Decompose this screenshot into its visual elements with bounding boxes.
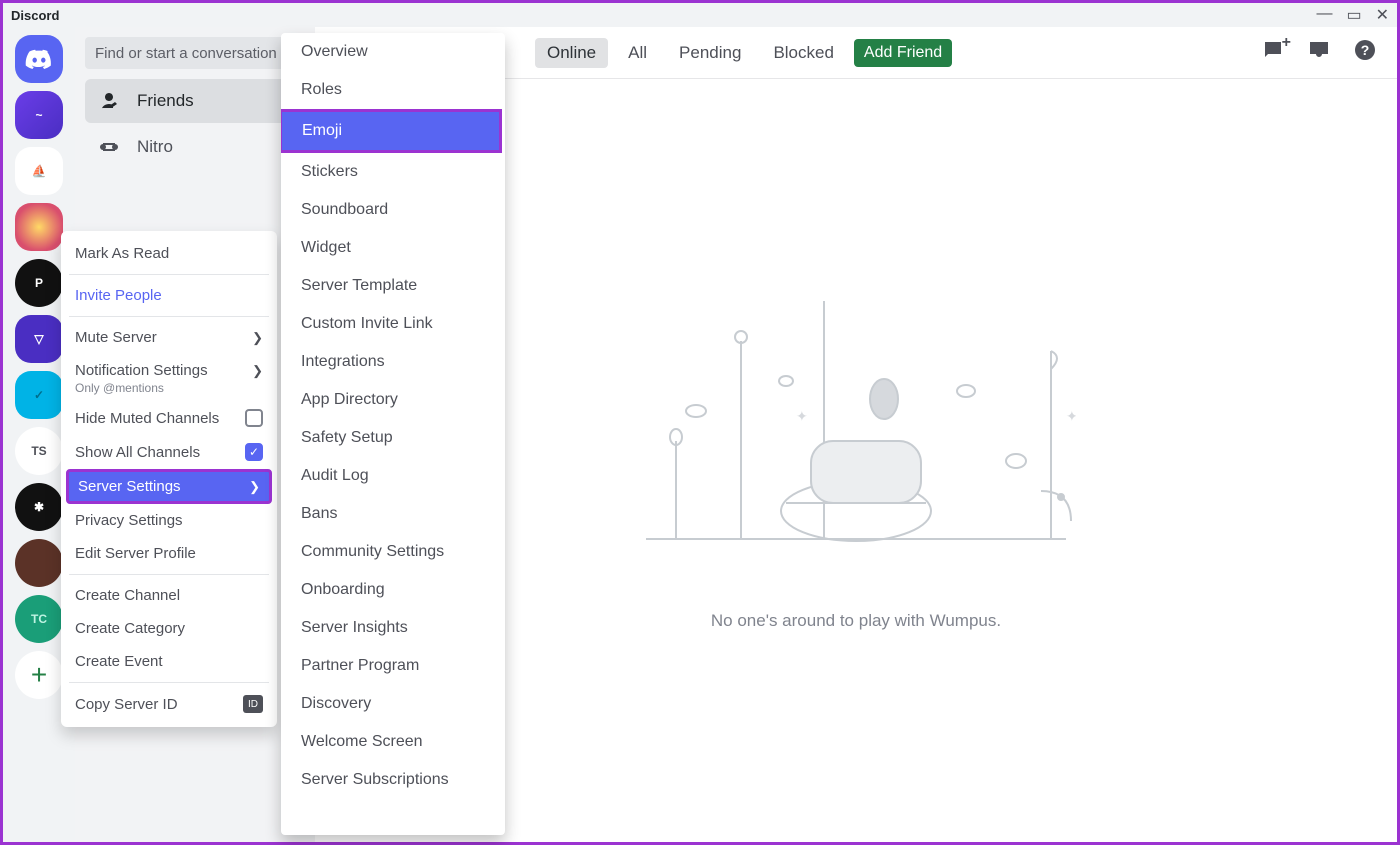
svg-text:✦: ✦	[796, 408, 808, 424]
settings-item-server-insights[interactable]: Server Insights	[281, 609, 505, 647]
friends-tab-list: Online All Pending Blocked Add Friend	[535, 38, 952, 68]
checkbox-checked-icon: ✓	[245, 443, 263, 461]
server-icon[interactable]: ✓	[15, 371, 63, 419]
svg-text:?: ?	[1361, 42, 1370, 58]
server-settings-submenu: OverviewRolesEmojiStickersSoundboardWidg…	[281, 33, 505, 835]
empty-state-text: No one's around to play with Wumpus.	[711, 611, 1001, 631]
settings-item-welcome-screen[interactable]: Welcome Screen	[281, 723, 505, 761]
ctx-create-category[interactable]: Create Category	[69, 612, 269, 645]
ctx-create-event[interactable]: Create Event	[69, 645, 269, 678]
tab-online[interactable]: Online	[535, 38, 608, 68]
settings-item-bans[interactable]: Bans	[281, 495, 505, 533]
dm-nav-list: FriendsNitro	[75, 69, 315, 179]
window-controls: — ▭ ✕	[1316, 5, 1389, 25]
ctx-create-channel[interactable]: Create Channel	[69, 579, 269, 612]
settings-item-roles[interactable]: Roles	[281, 71, 505, 109]
chevron-right-icon: ❯	[252, 330, 263, 346]
ctx-privacy-settings[interactable]: Privacy Settings	[69, 504, 269, 537]
server-icon[interactable]: ~	[15, 91, 63, 139]
app-brand: Discord	[11, 8, 59, 23]
nav-item-nitro[interactable]: Nitro	[85, 125, 305, 169]
ctx-mark-read[interactable]: Mark As Read	[69, 237, 269, 270]
server-icon[interactable]: TC	[15, 595, 63, 643]
tab-pending[interactable]: Pending	[667, 38, 753, 68]
titlebar: Discord — ▭ ✕	[3, 3, 1397, 27]
tab-blocked[interactable]: Blocked	[761, 38, 845, 68]
ctx-server-settings[interactable]: Server Settings❯	[66, 469, 272, 504]
help-icon[interactable]: ?	[1353, 38, 1377, 67]
wumpus-illustration: ✦ ✦	[636, 291, 1076, 551]
settings-item-safety-setup[interactable]: Safety Setup	[281, 419, 505, 457]
ctx-invite-people[interactable]: Invite People	[69, 279, 269, 312]
settings-item-partner-program[interactable]: Partner Program	[281, 647, 505, 685]
server-icon[interactable]: ⛵	[15, 147, 63, 195]
svg-text:✦: ✦	[1066, 408, 1076, 424]
settings-item-custom-invite-link[interactable]: Custom Invite Link	[281, 305, 505, 343]
close-button[interactable]: ✕	[1376, 5, 1389, 25]
settings-item-widget[interactable]: Widget	[281, 229, 505, 267]
settings-item-server-subscriptions[interactable]: Server Subscriptions	[281, 761, 505, 799]
server-icon[interactable]: ▽	[15, 315, 63, 363]
settings-item-overview[interactable]: Overview	[281, 33, 505, 71]
server-icon[interactable]: TS	[15, 427, 63, 475]
add-server-button[interactable]: +	[15, 651, 63, 699]
id-badge-icon: ID	[243, 695, 263, 713]
ctx-show-all-channels[interactable]: Show All Channels✓	[69, 435, 269, 469]
friends-icon	[97, 89, 121, 113]
server-icon[interactable]	[15, 539, 63, 587]
minimize-button[interactable]: —	[1316, 5, 1332, 25]
ctx-notification-subtext: Only @mentions	[69, 381, 269, 401]
chevron-right-icon: ❯	[249, 479, 260, 495]
settings-item-community-settings[interactable]: Community Settings	[281, 533, 505, 571]
settings-item-soundboard[interactable]: Soundboard	[281, 191, 505, 229]
topbar-actions: + ?	[1261, 38, 1377, 67]
server-icon[interactable]: ✱	[15, 483, 63, 531]
inbox-icon[interactable]	[1307, 38, 1331, 67]
server-icon[interactable]: P	[15, 259, 63, 307]
ctx-copy-server-id[interactable]: Copy Server IDID	[69, 687, 269, 721]
settings-item-audit-log[interactable]: Audit Log	[281, 457, 505, 495]
tab-all[interactable]: All	[616, 38, 659, 68]
server-context-menu: Mark As Read Invite People Mute Server❯ …	[61, 231, 277, 727]
settings-item-onboarding[interactable]: Onboarding	[281, 571, 505, 609]
maximize-button[interactable]: ▭	[1346, 5, 1361, 25]
ctx-mute-server[interactable]: Mute Server❯	[69, 321, 269, 354]
settings-item-integrations[interactable]: Integrations	[281, 343, 505, 381]
settings-item-app-directory[interactable]: App Directory	[281, 381, 505, 419]
ctx-hide-muted-channels[interactable]: Hide Muted Channels	[69, 401, 269, 435]
search-input[interactable]: Find or start a conversation	[85, 37, 305, 69]
new-dm-icon[interactable]: +	[1261, 38, 1285, 67]
settings-item-server-template[interactable]: Server Template	[281, 267, 505, 305]
search-placeholder: Find or start a conversation	[95, 45, 277, 62]
home-server-button[interactable]	[15, 35, 63, 83]
chevron-right-icon: ❯	[252, 363, 263, 379]
settings-item-stickers[interactable]: Stickers	[281, 153, 505, 191]
nitro-icon	[97, 135, 121, 159]
settings-item-discovery[interactable]: Discovery	[281, 685, 505, 723]
settings-item-emoji[interactable]: Emoji	[281, 109, 502, 153]
add-friend-button[interactable]: Add Friend	[854, 39, 952, 67]
checkbox-unchecked-icon	[245, 409, 263, 427]
server-icon[interactable]	[15, 203, 63, 251]
nav-item-friends[interactable]: Friends	[85, 79, 305, 123]
ctx-edit-server-profile[interactable]: Edit Server Profile	[69, 537, 269, 570]
